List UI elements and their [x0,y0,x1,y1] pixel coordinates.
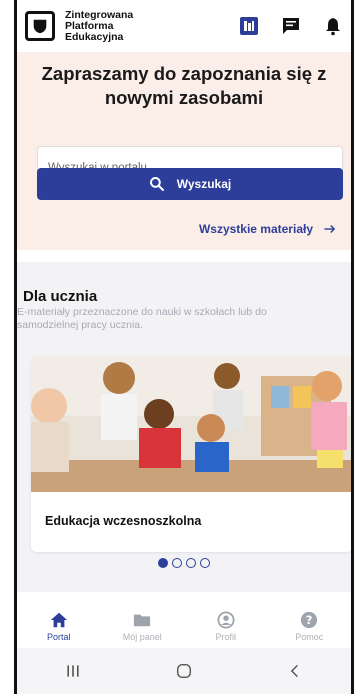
course-card[interactable]: Edukacja wczesnoszkolna [31,356,351,552]
nav-label-portal: Portal [46,631,71,642]
user-icon [217,610,235,629]
back-icon[interactable] [285,661,305,681]
library-icon[interactable] [239,16,259,36]
carousel-dots [17,558,351,568]
nav-label-my-panel: Mój panel [122,631,162,642]
bottom-nav: Portal Mój panel Profil ? Pomoc [17,604,351,648]
help-icon: ? [301,611,318,628]
svg-text:?: ? [306,613,313,627]
card-title: Edukacja wczesnoszkolna [45,514,202,528]
logo-icon[interactable] [25,11,55,41]
all-materials-label: Wszystkie materiały [198,222,313,236]
nav-label-profile: Profil [215,631,236,642]
folder-icon [134,614,151,626]
section-title: Dla ucznia [23,288,98,305]
search-button-label: Wyszukaj [176,177,232,191]
all-materials-link[interactable]: Wszystkie materiały [199,222,337,236]
nav-item-profile[interactable]: Profil [191,610,261,642]
search-button[interactable]: Wyszukaj [37,168,343,200]
home-button-icon[interactable] [174,661,194,681]
top-bar: Zintegrowana Platforma Edukacyjna [17,0,351,52]
nav-item-my-panel[interactable]: Mój panel [107,611,177,642]
recent-apps-icon[interactable] [63,661,83,681]
home-icon [50,612,67,627]
section-description: E-materiały przeznaczone do nauki w szko… [17,306,267,331]
carousel-dot-4[interactable] [200,558,210,568]
message-icon[interactable] [281,16,301,36]
phone-frame: Zintegrowana Platforma Edukacyjna Zapras… [14,0,354,694]
brand-line-3: Edukacyjna [65,30,124,43]
brand-name: Zintegrowana Platforma Edukacyjna [65,8,134,43]
nav-label-help: Pomoc [295,631,324,642]
carousel-dot-2[interactable] [172,558,182,568]
brand-line-2: Platforma [65,19,114,32]
nav-item-portal[interactable]: Portal [24,611,94,642]
carousel-dot-3[interactable] [186,558,196,568]
search-icon [149,177,164,192]
android-nav-bar [17,648,351,694]
nav-item-help[interactable]: ? Pomoc [274,611,344,642]
bell-icon[interactable] [323,16,343,36]
carousel-dot-1[interactable] [158,558,168,568]
arrow-right-icon [324,225,336,233]
hero-title: Zapraszamy do zapoznania się z nowymi za… [41,63,327,108]
brand-line-1: Zintegrowana [65,8,134,21]
top-icons [239,16,343,36]
card-image [31,356,351,492]
